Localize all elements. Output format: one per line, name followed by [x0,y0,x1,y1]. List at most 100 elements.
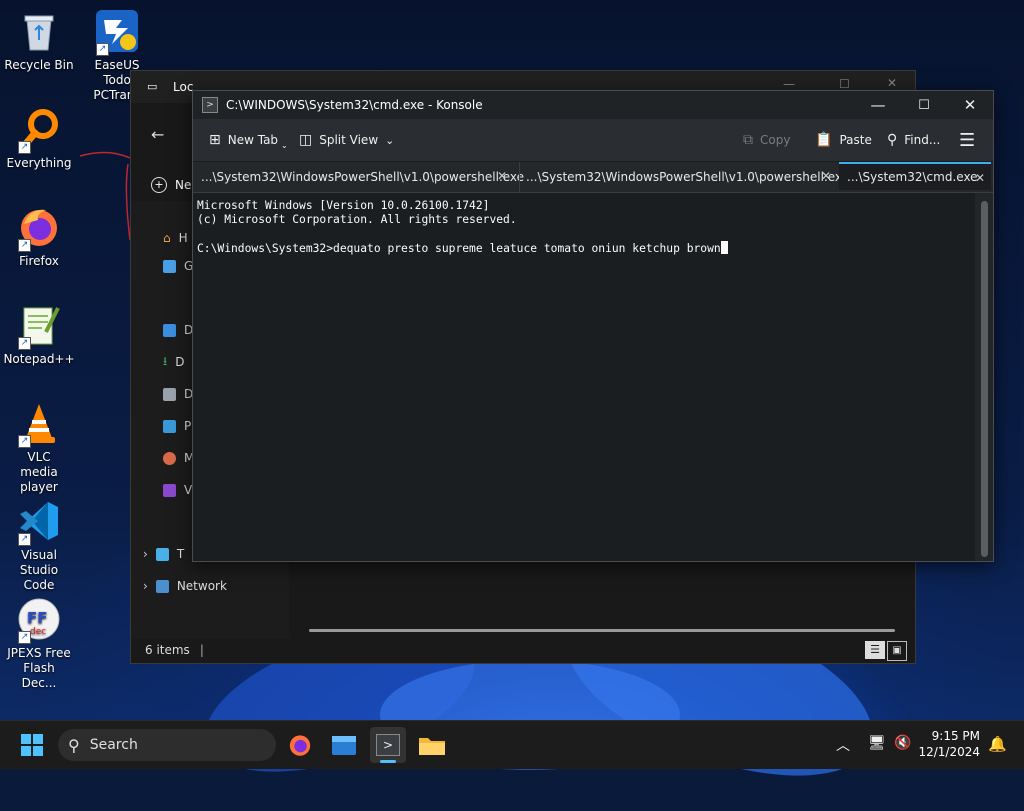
tab-cmd[interactable]: ...\System32\cmd.exe ✕ [839,162,991,190]
chevron-right-icon[interactable]: › [143,579,148,593]
firefox-icon [289,735,311,756]
chevron-down-icon: ⌄ [385,133,395,147]
tab-powershell-2[interactable]: ...\System32\WindowsPowerShell\v1.0\powe… [519,162,849,192]
chevron-right-icon[interactable]: › [143,547,148,561]
konsole-window[interactable]: > C:\WINDOWS\System32\cmd.exe - Konsole … [192,90,994,562]
chevron-up-icon[interactable]: ︿ [836,735,850,755]
nav-item-this-pc[interactable]: › T [143,543,184,565]
system-clock[interactable]: 9:15 PM 12/1/2024 [918,728,980,760]
desktop-icon-jpexs[interactable]: FF dec ↗ JPEXS Free Flash Dec... [0,596,78,691]
search-icon: ⚲ [887,132,898,148]
everything-search-icon: ↗ [16,106,62,154]
svg-text:FF: FF [27,609,48,627]
hamburger-menu-button[interactable]: ☰ [959,129,975,151]
volume-muted-icon[interactable]: 🔇 [894,735,911,751]
desktop-icon-firefox[interactable]: ↗ Firefox [0,204,78,269]
minimize-icon[interactable]: — [783,77,795,91]
svg-text:dec: dec [30,627,46,637]
desktop-folder-icon [163,323,176,337]
details-view-icon[interactable]: ☰ [865,641,885,659]
search-icon: ⚲ [68,735,80,755]
nav-item-pictures[interactable]: P [163,415,191,437]
terminal-command: dequato presto supreme leatuce tomato on… [333,242,721,255]
taskbar: ⚲ Search > ︿ 🖥 🔇 9:15 PM 12/1/2024 🔔 [0,720,1024,769]
maximize-button[interactable]: ☐ [901,91,947,119]
close-icon[interactable]: ✕ [887,76,897,90]
tiles-view-icon[interactable]: ▣ [887,641,907,661]
nav-item-network[interactable]: › Network [143,575,227,597]
clock-date: 12/1/2024 [918,745,980,759]
desktop-icon-vscode[interactable]: ↗ Visual Studio Code [0,498,78,593]
network-status-icon[interactable]: 🖥 [868,735,886,751]
desktop-icon-notepad-plus-plus[interactable]: ↗ Notepad++ [0,302,78,367]
taskbar-firefox[interactable] [282,727,318,763]
shortcut-arrow-icon: ↗ [96,43,109,56]
new-tab-icon: ⊞ [209,132,221,148]
taskbar-folder[interactable] [414,727,450,763]
maximize-icon: ☐ [918,97,930,113]
close-tab-icon[interactable]: ✕ [497,169,507,183]
notification-bell-icon[interactable]: 🔔 [988,735,1007,753]
desktop-icon-label: Visual Studio Code [19,548,59,592]
nav-item-desktop[interactable]: D [163,319,193,341]
taskbar-konsole[interactable]: > [370,727,406,763]
new-tab-button[interactable]: ⊞ New Tab ⌄ [209,129,288,151]
copy-button[interactable]: ⧉ Copy [743,129,790,151]
window-title: C:\WINDOWS\System32\cmd.exe - Konsole [226,98,483,112]
shortcut-arrow-icon: ↗ [18,141,31,154]
desktop-icon-label: Notepad++ [3,352,75,366]
nav-item-documents[interactable]: D [163,383,193,405]
close-tab-icon[interactable]: ✕ [975,171,985,185]
easeus-icon: ↗ [94,8,140,56]
horizontal-scrollbar[interactable] [309,629,895,632]
terminal-line: (c) Microsoft Corporation. All rights re… [197,213,517,226]
terminal-scrollbar[interactable] [975,193,993,561]
shortcut-arrow-icon: ↗ [18,631,31,644]
terminal-line: Microsoft Windows [Version 10.0.26100.17… [197,199,490,212]
taskbar-search-box[interactable]: ⚲ Search [58,729,276,761]
recycle-bin-icon [16,8,62,54]
desktop-icon-recycle-bin[interactable]: Recycle Bin [0,8,78,73]
tab-powershell-1[interactable]: ...\System32\WindowsPowerShell\v1.0\powe… [193,162,524,192]
shortcut-arrow-icon: ↗ [18,337,31,350]
chevron-down-icon: ⌄ [281,140,288,150]
terminal-output[interactable]: Microsoft Windows [Version 10.0.26100.17… [193,193,975,561]
hamburger-menu-icon: ☰ [959,129,976,151]
nav-item-music[interactable]: M [163,447,194,469]
nav-item-videos[interactable]: V [163,479,192,501]
clock-time: 9:15 PM [931,729,980,743]
konsole-app-icon: > [202,97,218,113]
nav-item-home[interactable]: ⌂ H [163,227,188,249]
back-arrow-icon[interactable]: ← [151,125,164,144]
close-icon: ✕ [963,96,977,114]
maximize-icon[interactable]: ☐ [839,77,850,91]
close-tab-icon[interactable]: ✕ [821,169,831,183]
scrollbar-thumb[interactable] [981,201,988,557]
minimize-button[interactable]: — [855,91,901,119]
konsole-titlebar[interactable]: > C:\WINDOWS\System32\cmd.exe - Konsole … [193,91,993,119]
shortcut-arrow-icon: ↗ [18,533,31,546]
search-placeholder: Search [89,737,138,753]
item-count: 6 items [145,643,190,657]
jpexs-icon: FF dec ↗ [16,596,62,644]
split-view-button[interactable]: ◫ Split View ⌄ [299,129,394,151]
find-button[interactable]: ⚲ Find... [887,129,940,151]
nav-item-gallery[interactable]: G [163,255,193,277]
start-button[interactable] [14,727,50,763]
desktop-icon-vlc[interactable]: ↗ VLC media player [0,400,78,495]
new-button[interactable]: + Ne [151,177,191,193]
taskbar-file-explorer[interactable] [326,727,362,763]
file-explorer-icon [332,736,356,755]
copy-icon: ⧉ [743,132,753,148]
gallery-icon [163,259,176,273]
nav-item-downloads[interactable]: ⭳ D [163,351,184,373]
red-pen-stroke [79,151,131,241]
pictures-icon [163,419,176,433]
desktop-icon-everything[interactable]: ↗ Everything [0,106,78,171]
videos-icon [163,483,176,497]
home-icon: ⌂ [163,231,171,245]
folder-icon [419,738,445,755]
paste-button[interactable]: 📋 Paste [815,129,872,151]
active-indicator [380,760,396,763]
close-button[interactable]: ✕ [947,91,993,119]
